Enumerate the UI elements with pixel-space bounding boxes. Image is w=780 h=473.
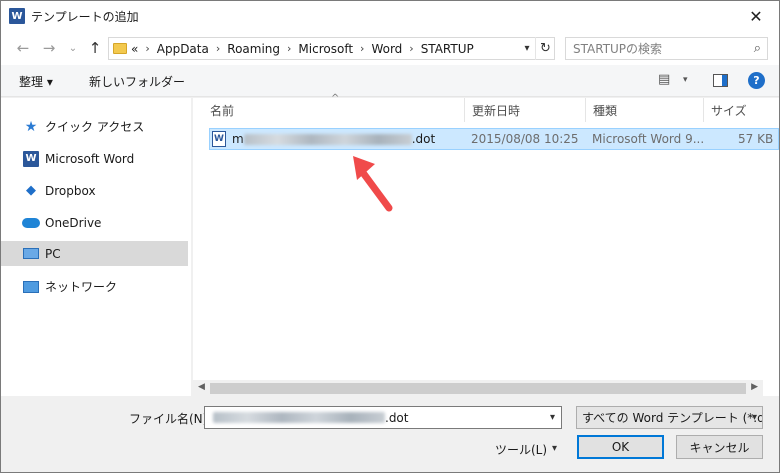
- filename-field[interactable]: .dot ▾: [204, 406, 562, 429]
- sidebar-item-label: Dropbox: [45, 183, 96, 198]
- cloud-icon: [22, 217, 40, 228]
- navigation-pane: ★ クイック アクセス W Microsoft Word ◆ Dropbox O…: [1, 98, 191, 396]
- sidebar-item-quick-access[interactable]: ★ クイック アクセス: [1, 114, 188, 139]
- sidebar-item-label: OneDrive: [45, 215, 102, 230]
- sidebar-item-pc[interactable]: PC: [1, 241, 188, 266]
- help-icon[interactable]: ?: [748, 72, 765, 89]
- filename-label: ファイル名(N):: [129, 412, 212, 426]
- navigation-bar: ← → ⌄ ↑ « › AppData › Roaming › Microsof…: [1, 31, 779, 65]
- breadcrumb-startup[interactable]: STARTUP: [421, 42, 474, 56]
- window-title: テンプレートの追加: [31, 9, 139, 24]
- title-bar: W テンプレートの追加 ✕: [1, 1, 779, 31]
- file-list: ^ 名前 更新日時 種類 サイズ W m .dot 2015/08/08 10:2…: [193, 93, 779, 396]
- chevron-right-icon[interactable]: ›: [216, 42, 220, 55]
- new-folder-button[interactable]: 新しいフォルダー: [89, 73, 185, 90]
- address-dropdown-chevron-icon[interactable]: ▾: [519, 37, 535, 60]
- file-type: Microsoft Word 9...: [592, 132, 705, 146]
- horizontal-scrollbar[interactable]: ◀ ▶: [193, 380, 763, 397]
- file-size: 57 KB: [738, 132, 774, 146]
- add-template-dialog: W テンプレートの追加 ✕ ← → ⌄ ↑ « › AppData › Roam…: [0, 0, 780, 473]
- word-icon: W: [23, 150, 39, 167]
- forward-arrow-icon[interactable]: →: [39, 38, 59, 58]
- scroll-left-icon[interactable]: ◀: [198, 382, 205, 392]
- chevron-right-icon[interactable]: ›: [360, 42, 364, 55]
- chevron-down-icon[interactable]: ▾: [552, 443, 557, 454]
- annotation-arrow-icon: [353, 156, 393, 212]
- sidebar-item-dropbox[interactable]: ◆ Dropbox: [1, 178, 188, 203]
- file-name: m .dot: [232, 132, 436, 146]
- breadcrumb-microsoft[interactable]: Microsoft: [298, 42, 353, 56]
- breadcrumb-appdata[interactable]: AppData: [157, 42, 209, 56]
- view-options-chevron-icon[interactable]: ▾: [683, 75, 688, 85]
- network-icon: [23, 280, 39, 293]
- sidebar-item-microsoft-word[interactable]: W Microsoft Word: [1, 146, 188, 171]
- breadcrumb-word[interactable]: Word: [371, 42, 402, 56]
- search-icon[interactable]: ⌕: [754, 41, 761, 56]
- search-input[interactable]: STARTUPの検索 ⌕: [565, 37, 768, 60]
- file-modified: 2015/08/08 10:25: [471, 132, 579, 146]
- word-doc-icon: W: [212, 131, 226, 147]
- chevron-right-icon[interactable]: ›: [409, 42, 413, 55]
- close-button[interactable]: ✕: [733, 1, 779, 31]
- sort-ascending-icon: ^: [331, 93, 340, 104]
- chevron-down-icon[interactable]: ▾: [752, 412, 757, 423]
- scroll-right-icon[interactable]: ▶: [751, 382, 758, 392]
- organize-menu[interactable]: 整理 ▾: [19, 73, 53, 90]
- command-bar: 整理 ▾ 新しいフォルダー ▤ ▾ ?: [1, 65, 779, 97]
- redacted-filename: [243, 134, 412, 145]
- chevron-right-icon: ›: [145, 42, 150, 55]
- star-icon: ★: [24, 118, 38, 135]
- pc-icon: [23, 248, 39, 259]
- ok-button[interactable]: OK: [577, 435, 664, 459]
- sidebar-item-onedrive[interactable]: OneDrive: [1, 210, 188, 235]
- sidebar-item-network[interactable]: ネットワーク: [1, 274, 188, 299]
- view-options-icon[interactable]: ▤: [658, 72, 670, 87]
- sidebar-item-label: Microsoft Word: [45, 151, 135, 166]
- sidebar-item-label: ネットワーク: [45, 280, 118, 294]
- column-header-modified[interactable]: 更新日時: [465, 98, 520, 122]
- column-header-size[interactable]: サイズ: [704, 98, 747, 122]
- folder-icon: [113, 43, 127, 54]
- recent-locations-chevron-icon[interactable]: ⌄: [63, 38, 83, 58]
- preview-pane-icon[interactable]: [713, 74, 728, 87]
- breadcrumb-overflow[interactable]: «: [131, 42, 138, 56]
- dropbox-icon: ◆: [26, 183, 36, 198]
- column-header-name[interactable]: 名前: [203, 98, 234, 122]
- up-arrow-icon[interactable]: ↑: [85, 38, 105, 58]
- back-arrow-icon[interactable]: ←: [13, 38, 33, 58]
- breadcrumb-roaming[interactable]: Roaming: [227, 42, 280, 56]
- tools-menu[interactable]: ツール(L): [495, 441, 547, 458]
- word-app-icon: W: [9, 8, 25, 24]
- search-placeholder: STARTUPの検索: [573, 42, 663, 56]
- redacted-filename: [213, 412, 385, 423]
- table-row[interactable]: W m .dot 2015/08/08 10:25 Microsoft Word …: [209, 128, 779, 150]
- column-header-type[interactable]: 種類: [586, 98, 617, 122]
- chevron-right-icon[interactable]: ›: [287, 42, 291, 55]
- chevron-down-icon[interactable]: ▾: [550, 412, 555, 423]
- address-bar[interactable]: « › AppData › Roaming › Microsoft › Word…: [108, 37, 555, 60]
- sidebar-item-label: PC: [45, 246, 61, 261]
- scrollbar-thumb[interactable]: [210, 383, 746, 394]
- file-type-select[interactable]: すべての Word テンプレート (*.dotx ▾: [576, 406, 763, 429]
- sidebar-item-label: クイック アクセス: [45, 120, 145, 134]
- cancel-button[interactable]: キャンセル: [676, 435, 763, 459]
- refresh-icon[interactable]: ↻: [535, 37, 555, 60]
